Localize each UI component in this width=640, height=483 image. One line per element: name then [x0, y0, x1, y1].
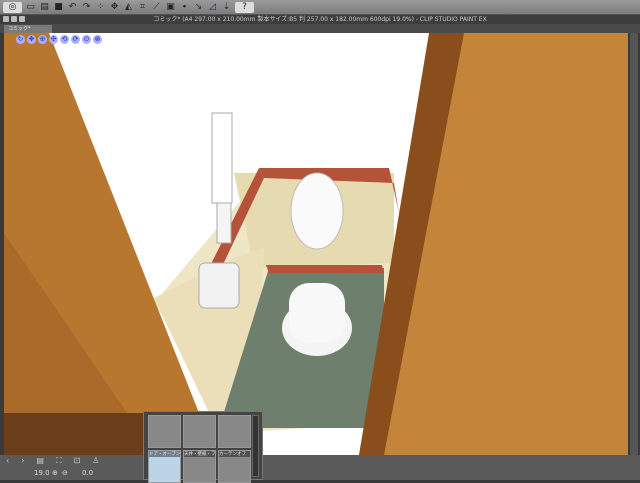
- open-icon[interactable]: ▤: [39, 2, 50, 13]
- crop-icon[interactable]: ⌗: [137, 2, 148, 13]
- object-move-icon[interactable]: ✣: [49, 35, 58, 44]
- snap-icon[interactable]: ∙: [179, 2, 190, 13]
- popup-scrollbar[interactable]: [252, 415, 259, 477]
- object-rotate-icon[interactable]: ⟲: [60, 35, 69, 44]
- fit-icon[interactable]: ⊡: [74, 456, 81, 466]
- canvas[interactable]: [4, 33, 628, 455]
- select-all-icon[interactable]: ⁘: [95, 2, 106, 13]
- preset-popup: ドア・オープン 天井・壁紙・フ カーテンオフ: [143, 411, 263, 483]
- zoom-in-icon[interactable]: ⊕: [52, 468, 58, 479]
- pose-icon[interactable]: ♙: [92, 456, 99, 466]
- page-icon[interactable]: ▤: [36, 456, 44, 466]
- camera-pan-icon[interactable]: ✥: [27, 35, 36, 44]
- angle-value[interactable]: 0.0: [82, 468, 93, 479]
- undo-icon[interactable]: ↶: [67, 2, 78, 13]
- layer-icon[interactable]: ▣: [165, 2, 176, 13]
- prev-icon[interactable]: ‹: [6, 456, 9, 466]
- minimize-icon[interactable]: [11, 16, 17, 22]
- snap-ruler-icon[interactable]: ↘: [193, 2, 204, 13]
- snap-point-icon[interactable]: ⇣: [221, 2, 232, 13]
- camera-zoom-icon[interactable]: ⊕: [38, 35, 47, 44]
- object-rotate-x-icon[interactable]: ⟳: [71, 35, 80, 44]
- command-bar: ◎ ▭ ▤ ■ ↶ ↷ ⁘ ✥ ◭ ⌗ ⟋ ▣ ∙ ↘ ◿ ⇣ ?: [0, 0, 640, 15]
- maximize-icon[interactable]: [19, 16, 25, 22]
- clip-studio-icon[interactable]: ◎: [3, 1, 22, 13]
- window-titlebar: コミック* (A4 297.00 x 210.00mm 製本サイズ:B5 判 2…: [0, 15, 640, 24]
- next-icon[interactable]: ›: [21, 456, 24, 466]
- redo-icon[interactable]: ↷: [81, 2, 92, 13]
- camera-icon[interactable]: ⛶: [56, 456, 62, 466]
- 3d-toilet-scene: [4, 33, 628, 455]
- zoom-value[interactable]: 19.0: [34, 468, 50, 479]
- close-icon[interactable]: [3, 16, 9, 22]
- save-icon[interactable]: ■: [53, 2, 64, 13]
- paper-holder: [198, 262, 240, 309]
- fill-icon[interactable]: ◭: [123, 2, 134, 13]
- status-bar: ‹ › ▤ ⛶ ⊡ ♙ 19.0 ⊕ ⊖ 0.0: [0, 455, 640, 480]
- help-icon[interactable]: ?: [235, 1, 254, 13]
- preset-thumb[interactable]: [183, 415, 216, 448]
- tab-bar: コミック*: [0, 24, 640, 33]
- object-scale-icon[interactable]: ⊗: [93, 35, 102, 44]
- preset-thumb[interactable]: 天井・壁紙・フ: [183, 450, 216, 483]
- ruler-icon[interactable]: ⟋: [151, 2, 162, 13]
- new-icon[interactable]: ▭: [25, 2, 36, 13]
- tab-comic[interactable]: コミック*: [4, 25, 52, 33]
- preset-thumb-selected[interactable]: ドア・オープン: [148, 450, 181, 483]
- object-rotate-y-icon[interactable]: ⊙: [82, 35, 91, 44]
- transform-icon[interactable]: ✥: [109, 2, 120, 13]
- zoom-out-icon[interactable]: ⊖: [62, 468, 68, 479]
- vertical-scrollbar[interactable]: [630, 33, 638, 455]
- camera-rotate-icon[interactable]: ↻: [16, 35, 25, 44]
- preset-thumb[interactable]: カーテンオフ: [218, 450, 251, 483]
- window-title: コミック* (A4 297.00 x 210.00mm 製本サイズ:B5 判 2…: [153, 16, 487, 23]
- preset-thumb[interactable]: [148, 415, 181, 448]
- preset-thumb[interactable]: [218, 415, 251, 448]
- snap-grid-icon[interactable]: ◿: [207, 2, 218, 13]
- 3d-camera-controls: ↻ ✥ ⊕ ✣ ⟲ ⟳ ⊙ ⊗: [16, 35, 102, 44]
